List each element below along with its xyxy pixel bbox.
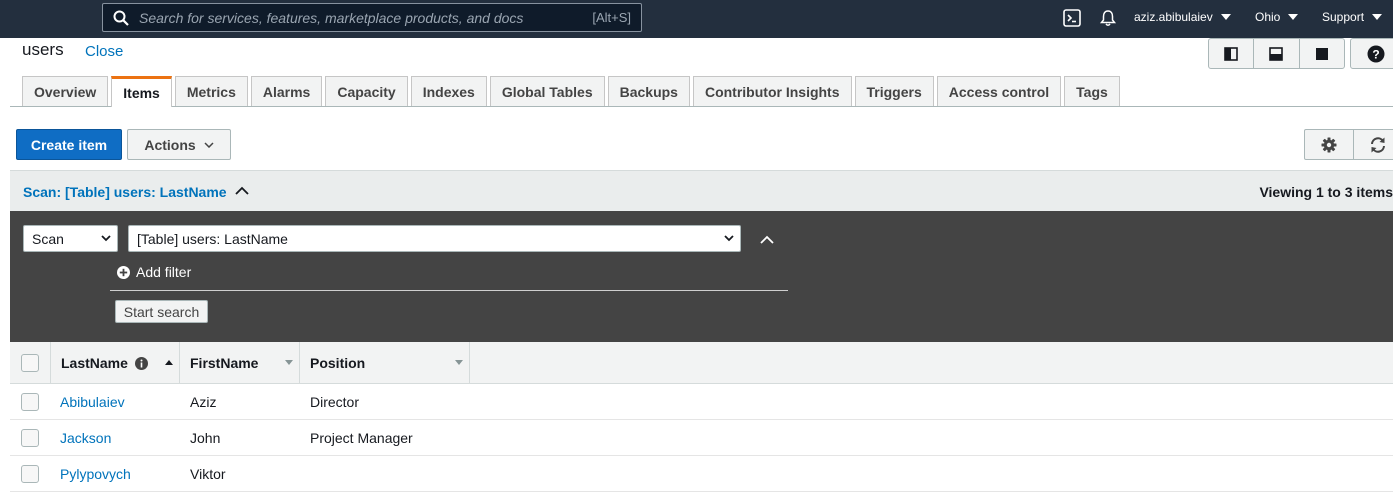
- chevron-down-icon: [724, 235, 734, 242]
- search-shortcut: [Alt+S]: [592, 10, 631, 25]
- position-cell: Project Manager: [310, 430, 413, 446]
- sort-caret-icon: [455, 360, 463, 365]
- tab-indexes[interactable]: Indexes: [410, 76, 487, 106]
- column-header-lastname[interactable]: LastName: [51, 342, 180, 384]
- collapse-chevron-up-icon[interactable]: [760, 235, 774, 244]
- create-item-button[interactable]: Create item: [16, 129, 122, 160]
- sort-caret-icon: [285, 360, 293, 365]
- add-filter-link[interactable]: Add filter: [117, 264, 191, 280]
- select-all-checkbox[interactable]: [21, 354, 39, 372]
- help-icon: ?: [1367, 45, 1385, 63]
- tab-backups[interactable]: Backups: [607, 76, 690, 106]
- start-search-button[interactable]: Start search: [115, 300, 208, 323]
- settings-button[interactable]: [1304, 129, 1354, 160]
- scan-source-value: [Table] users: LastName: [137, 230, 288, 247]
- scan-mode-select[interactable]: Scan: [23, 225, 118, 252]
- svg-text:?: ?: [1372, 48, 1379, 62]
- row-checkbox[interactable]: [21, 429, 39, 447]
- actions-button[interactable]: Actions: [127, 129, 231, 160]
- tab-metrics[interactable]: Metrics: [174, 76, 248, 106]
- select-all-cell: [10, 342, 51, 384]
- lastname-link[interactable]: Abibulaiev: [60, 394, 125, 410]
- page-title: users: [22, 40, 64, 59]
- chevron-down-icon: [101, 235, 111, 242]
- region-menu[interactable]: Ohio: [1255, 10, 1299, 24]
- row-checkbox[interactable]: [21, 465, 39, 483]
- caret-down-icon: [1288, 14, 1299, 20]
- plus-circle-icon: [117, 265, 130, 279]
- split-horizontal-icon: [1269, 46, 1284, 61]
- chevron-up-icon[interactable]: [235, 186, 249, 195]
- refresh-icon: [1371, 136, 1385, 153]
- column-header-firstname[interactable]: FirstName: [180, 342, 300, 384]
- scan-panel: Scan [Table] users: LastName Add filter …: [10, 211, 1393, 342]
- notifications-bell-icon[interactable]: [1098, 8, 1118, 28]
- account-menu[interactable]: aziz.abibulaiev: [1134, 10, 1231, 24]
- split-vertical-view-button[interactable]: [1209, 39, 1255, 68]
- actions-label: Actions: [144, 136, 196, 153]
- tab-overview[interactable]: Overview: [22, 76, 109, 106]
- close-link[interactable]: Close: [85, 43, 123, 60]
- account-name: aziz.abibulaiev: [1134, 10, 1213, 24]
- add-filter-label: Add filter: [136, 264, 192, 280]
- tab-contributor-insights[interactable]: Contributor Insights: [692, 76, 852, 106]
- table-row: Jackson John Project Manager: [10, 420, 1393, 456]
- column-label: Position: [310, 355, 366, 371]
- tab-triggers[interactable]: Triggers: [854, 76, 934, 106]
- refresh-button[interactable]: [1353, 129, 1393, 160]
- scan-source-select[interactable]: [Table] users: LastName: [128, 225, 741, 252]
- full-view-button[interactable]: [1300, 39, 1344, 68]
- firstname-cell: John: [190, 430, 221, 446]
- global-search-input[interactable]: Search for services, features, marketpla…: [102, 3, 642, 32]
- tab-tags[interactable]: Tags: [1064, 76, 1120, 106]
- tab-bar: Overview Items Metrics Alarms Capacity I…: [22, 76, 1123, 107]
- help-button[interactable]: ?: [1350, 38, 1393, 69]
- gear-icon: [1321, 137, 1337, 152]
- position-cell: Director: [310, 394, 360, 410]
- firstname-cell: Aziz: [190, 394, 217, 410]
- support-label: Support: [1322, 10, 1365, 24]
- split-horizontal-view-button[interactable]: [1254, 39, 1300, 68]
- filter-divider: [110, 290, 788, 291]
- lastname-link[interactable]: Jackson: [60, 430, 111, 446]
- table-row: Pylypovych Viktor: [10, 456, 1393, 492]
- table-header: LastName FirstName Position: [10, 342, 1393, 384]
- tab-capacity[interactable]: Capacity: [325, 76, 408, 106]
- caret-down-icon: [1372, 14, 1383, 20]
- info-icon[interactable]: [134, 356, 148, 370]
- column-label: FirstName: [190, 355, 259, 371]
- lastname-link[interactable]: Pylypovych: [60, 466, 131, 482]
- table-row: Abibulaiev Aziz Director: [10, 384, 1393, 420]
- tab-access-control[interactable]: Access control: [936, 76, 1062, 106]
- scan-mode-value: Scan: [32, 230, 64, 247]
- search-icon: [113, 10, 129, 26]
- cloudshell-icon[interactable]: [1062, 8, 1082, 28]
- chevron-down-icon: [204, 141, 214, 148]
- support-menu[interactable]: Support: [1322, 10, 1383, 24]
- full-view-icon: [1315, 47, 1328, 60]
- tab-alarms[interactable]: Alarms: [250, 76, 323, 106]
- region-name: Ohio: [1255, 10, 1281, 24]
- firstname-cell: Viktor: [190, 466, 226, 482]
- top-navigation-bar: Search for services, features, marketpla…: [0, 0, 1393, 38]
- search-placeholder: Search for services, features, marketpla…: [139, 10, 524, 26]
- column-header-position[interactable]: Position: [300, 342, 470, 384]
- layout-toggle-group: [1208, 38, 1345, 69]
- tab-global-tables[interactable]: Global Tables: [489, 76, 605, 106]
- sort-ascending-icon: [165, 360, 173, 365]
- tab-items[interactable]: Items: [111, 76, 172, 107]
- viewing-count: Viewing 1 to 3 items: [1259, 184, 1393, 200]
- split-vertical-icon: [1224, 46, 1238, 61]
- row-checkbox[interactable]: [21, 393, 39, 411]
- column-label: LastName: [61, 355, 128, 371]
- caret-down-icon: [1220, 14, 1231, 20]
- scan-title-link[interactable]: Scan: [Table] users: LastName: [23, 184, 227, 200]
- scan-header: Scan: [Table] users: LastName Viewing 1 …: [10, 170, 1393, 211]
